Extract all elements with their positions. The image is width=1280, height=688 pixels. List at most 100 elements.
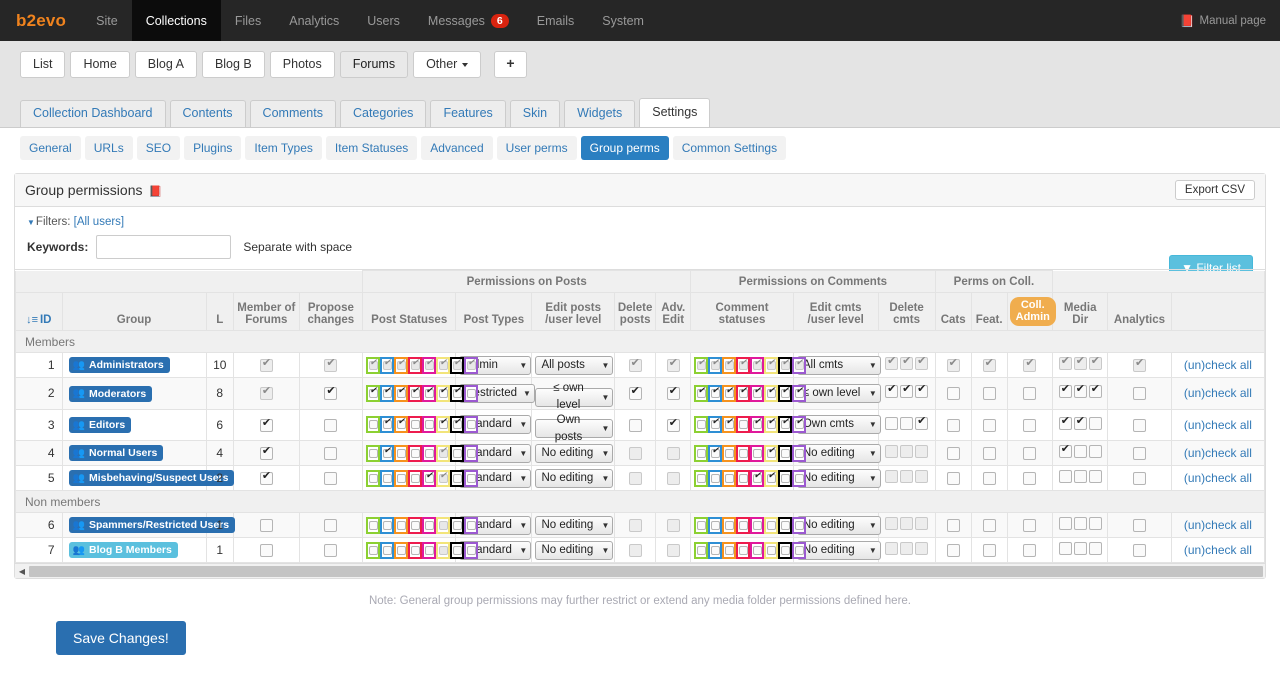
group-badge[interactable]: 👥 Spammers/Restricted Users — [68, 517, 236, 534]
post-status-box-6[interactable] — [436, 416, 451, 434]
media-dir-checkbox-3[interactable] — [1088, 383, 1102, 399]
comment-status-box-7[interactable] — [778, 356, 793, 374]
delete-cmts-checkbox-3[interactable] — [915, 383, 929, 399]
post-status-box-8[interactable] — [464, 356, 479, 374]
edit-posts-select[interactable]: No editing ▼ — [535, 468, 614, 488]
post-status-box-6[interactable] — [436, 384, 451, 402]
comment-status-checkbox-7[interactable] — [780, 417, 790, 430]
post-status-box-8[interactable] — [464, 541, 479, 559]
nav-item-site[interactable]: Site — [82, 0, 132, 41]
post-status-box-3[interactable] — [394, 516, 409, 534]
uncheck-all-link[interactable]: (un)check all — [1184, 543, 1252, 557]
comment-status-box-5[interactable] — [750, 356, 765, 374]
comment-status-box-4[interactable] — [736, 541, 751, 559]
comment-status-checkbox-1[interactable] — [696, 420, 706, 430]
post-status-checkbox-7[interactable] — [452, 473, 462, 483]
post-status-box-7[interactable] — [450, 541, 465, 559]
comment-status-box-4[interactable] — [736, 444, 751, 462]
post-status-box-4[interactable] — [408, 469, 423, 487]
comment-status-checkbox-2[interactable] — [710, 520, 720, 530]
uncheck-all-link[interactable]: (un)check all — [1184, 386, 1252, 400]
comment-status-box-6[interactable] — [764, 469, 779, 487]
comment-status-checkbox-7[interactable] — [780, 473, 790, 483]
comment-status-checkbox-6[interactable] — [766, 545, 776, 555]
post-status-box-3[interactable] — [394, 469, 409, 487]
group-badge[interactable]: 👥 Administrators — [68, 357, 170, 374]
comment-status-checkbox-3[interactable] — [724, 417, 734, 430]
post-status-box-6[interactable] — [436, 541, 451, 559]
post-status-checkbox-5[interactable] — [424, 520, 434, 530]
add-collection-button[interactable]: + — [494, 51, 527, 78]
post-status-box-5[interactable] — [422, 444, 437, 462]
media-dir-checkbox-1[interactable] — [1058, 470, 1072, 483]
tab-widgets[interactable]: Widgets — [564, 100, 636, 127]
comment-status-checkbox-1[interactable] — [696, 448, 706, 458]
post-status-box-5[interactable] — [422, 469, 437, 487]
delete-cmts-checkbox-1[interactable] — [885, 383, 899, 399]
post-status-box-6[interactable] — [436, 469, 451, 487]
comment-status-checkbox-5[interactable] — [752, 520, 762, 530]
post-status-checkbox-4[interactable] — [410, 545, 420, 555]
edit-cmts-select[interactable]: No editing ▼ — [796, 468, 881, 488]
comment-status-checkbox-8[interactable] — [794, 545, 804, 555]
media-dir-checkbox-3[interactable] — [1088, 445, 1102, 458]
member-of-forums-checkbox[interactable] — [259, 417, 273, 432]
nav-item-emails[interactable]: Emails — [523, 0, 589, 41]
edit-cmts-select[interactable]: All cmts ▼ — [796, 355, 881, 375]
scroll-left-arrow-icon[interactable]: ◀ — [15, 567, 29, 576]
collection-tab-forums[interactable]: Forums — [339, 51, 409, 78]
feat-checkbox[interactable] — [982, 418, 996, 432]
post-status-checkbox-6[interactable] — [438, 386, 448, 398]
comment-status-box-6[interactable] — [764, 516, 779, 534]
post-status-checkbox-8[interactable] — [466, 473, 476, 483]
analytics-checkbox[interactable] — [1132, 519, 1146, 533]
post-status-checkbox-7[interactable] — [452, 448, 462, 458]
comment-status-box-2[interactable] — [708, 541, 723, 559]
subtab-plugins[interactable]: Plugins — [184, 136, 242, 160]
post-status-checkbox-1[interactable] — [368, 473, 378, 483]
comment-status-checkbox-2[interactable] — [710, 386, 720, 398]
post-status-checkbox-5[interactable] — [424, 386, 434, 398]
edit-cmts-select[interactable]: Own cmts ▼ — [796, 415, 881, 435]
post-status-checkbox-1[interactable] — [368, 420, 378, 430]
post-status-box-3[interactable] — [394, 384, 409, 402]
comment-status-checkbox-7[interactable] — [780, 386, 790, 398]
comment-status-checkbox-2[interactable] — [710, 417, 720, 430]
edit-posts-select[interactable]: No editing ▼ — [535, 443, 614, 463]
comment-status-checkbox-3[interactable] — [724, 473, 734, 483]
propose-changes-checkbox[interactable] — [324, 385, 338, 401]
comment-status-box-6[interactable] — [764, 444, 779, 462]
post-status-checkbox-4[interactable] — [410, 473, 420, 483]
coll-admin-checkbox[interactable] — [1023, 472, 1037, 486]
save-changes-button[interactable]: Save Changes! — [56, 621, 186, 655]
post-status-box-3[interactable] — [394, 416, 409, 434]
collection-tab-list[interactable]: List — [20, 51, 66, 78]
comment-status-box-3[interactable] — [722, 444, 737, 462]
comment-status-checkbox-4[interactable] — [738, 520, 748, 530]
comment-status-checkbox-5[interactable] — [752, 545, 762, 555]
comment-status-box-8[interactable] — [792, 444, 807, 462]
group-badge[interactable]: 👥 Moderators — [68, 385, 153, 402]
comment-status-box-1[interactable] — [694, 444, 709, 462]
comment-status-checkbox-8[interactable] — [794, 386, 804, 398]
nav-item-files[interactable]: Files — [221, 0, 275, 41]
comment-status-box-4[interactable] — [736, 356, 751, 374]
post-status-checkbox-2[interactable] — [382, 446, 392, 458]
cats-checkbox[interactable] — [946, 472, 960, 486]
comment-status-checkbox-1[interactable] — [696, 520, 706, 530]
post-status-checkbox-8[interactable] — [466, 448, 476, 458]
comment-status-checkbox-6[interactable] — [766, 417, 776, 430]
post-status-checkbox-1[interactable] — [368, 545, 378, 555]
subtab-common-settings[interactable]: Common Settings — [672, 136, 787, 160]
media-dir-checkbox-3[interactable] — [1088, 517, 1102, 530]
subtab-advanced[interactable]: Advanced — [421, 136, 493, 160]
post-status-checkbox-2[interactable] — [382, 520, 392, 530]
post-status-box-2[interactable] — [380, 444, 395, 462]
comment-status-checkbox-3[interactable] — [724, 448, 734, 458]
post-status-checkbox-4[interactable] — [410, 520, 420, 530]
subtab-group-perms[interactable]: Group perms — [580, 136, 669, 160]
group-badge[interactable]: 👥 Misbehaving/Suspect Users — [68, 470, 235, 487]
post-status-box-5[interactable] — [422, 356, 437, 374]
book-icon[interactable]: 📕 — [149, 186, 163, 198]
post-status-checkbox-4[interactable] — [410, 448, 420, 458]
